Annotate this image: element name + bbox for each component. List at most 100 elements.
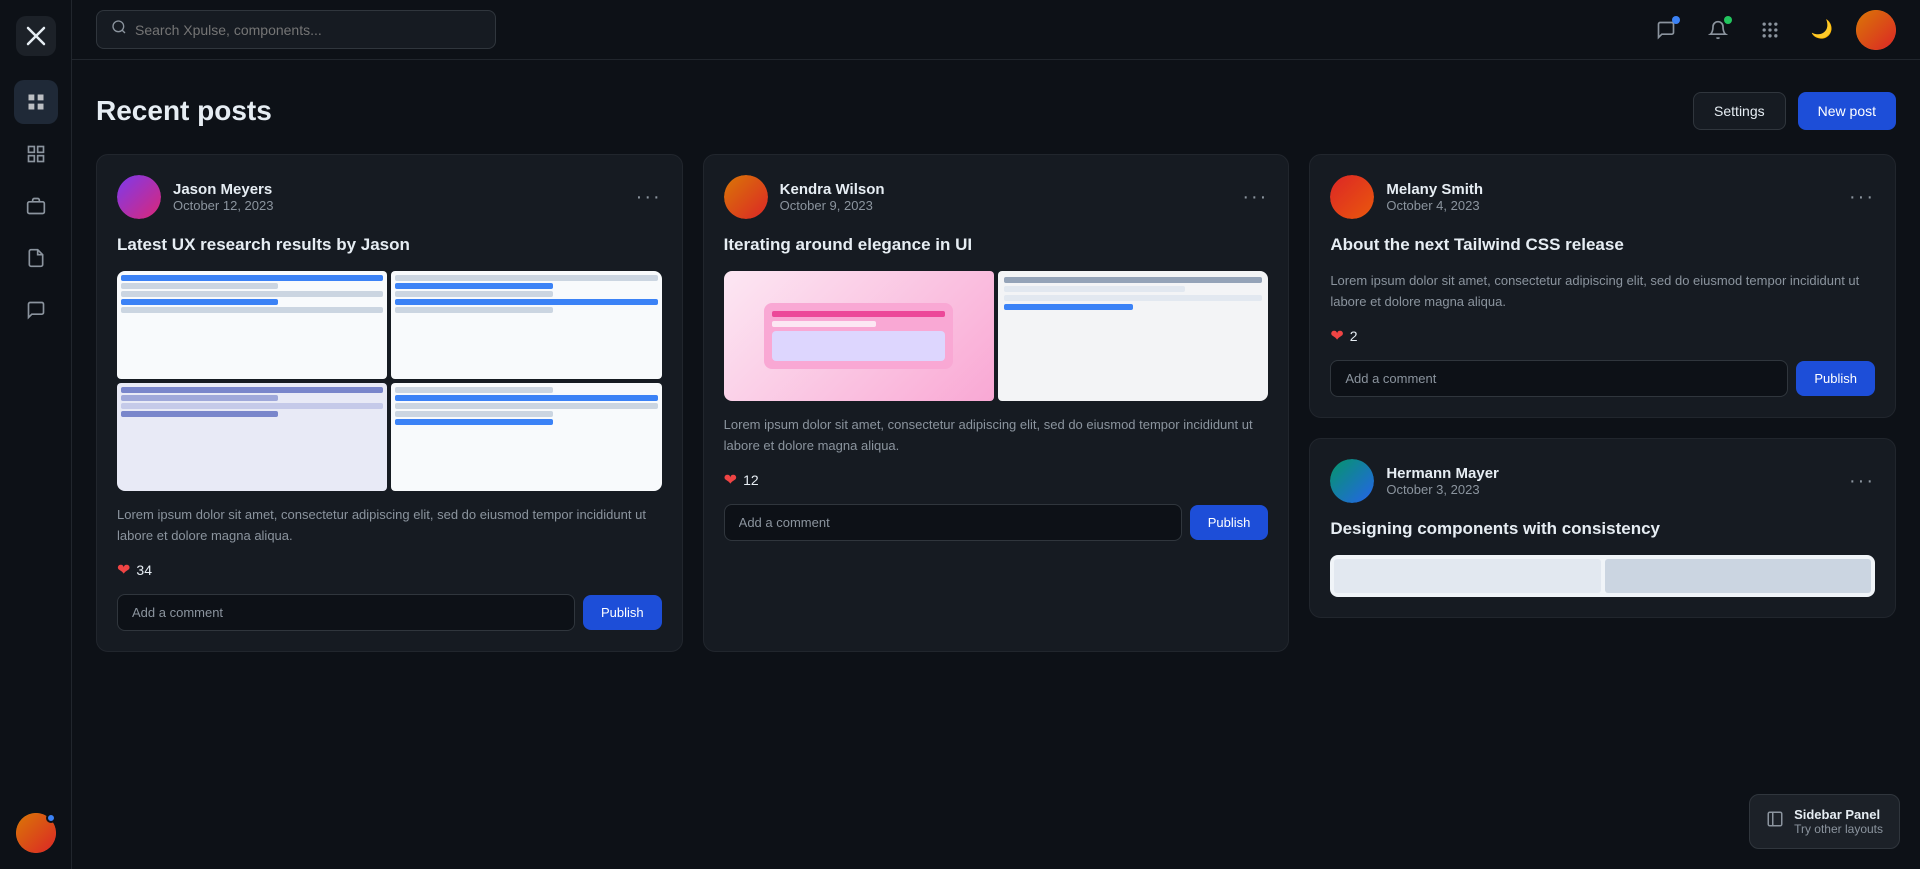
post-header-4: Hermann Mayer October 3, 2023 ···	[1330, 459, 1875, 503]
author-avatar-4	[1330, 459, 1374, 503]
post-author-3: Melany Smith October 4, 2023	[1330, 175, 1483, 219]
search-bar[interactable]	[96, 10, 496, 49]
author-info-4: Hermann Mayer October 3, 2023	[1386, 465, 1499, 497]
sidebar-panel-sub-text: Try other layouts	[1794, 822, 1883, 836]
author-date-1: October 12, 2023	[173, 198, 273, 213]
page-actions: Settings New post	[1693, 92, 1896, 130]
sidebar-panel-text: Sidebar Panel Try other layouts	[1794, 807, 1883, 836]
likes-count-1: 34	[136, 562, 152, 578]
post-author-2: Kendra Wilson October 9, 2023	[724, 175, 885, 219]
post-author-4: Hermann Mayer October 3, 2023	[1330, 459, 1499, 503]
topbar: 🌙	[72, 0, 1920, 60]
author-avatar-2	[724, 175, 768, 219]
author-date-2: October 9, 2023	[780, 198, 885, 213]
comment-input-2[interactable]	[724, 504, 1182, 541]
settings-button[interactable]: Settings	[1693, 92, 1786, 130]
author-name-2: Kendra Wilson	[780, 181, 885, 198]
right-column: Melany Smith October 4, 2023 ··· About t…	[1309, 154, 1896, 652]
bell-notification-badge	[1724, 16, 1732, 24]
post-image-2b	[998, 271, 1268, 401]
post-excerpt-3: Lorem ipsum dolor sit amet, consectetur …	[1330, 271, 1875, 313]
post-likes-1: ❤ 34	[117, 560, 662, 580]
post-card-4: Hermann Mayer October 3, 2023 ··· Design…	[1309, 438, 1896, 618]
post-title-1: Latest UX research results by Jason	[117, 233, 662, 257]
post-menu-2[interactable]: ···	[1242, 186, 1268, 209]
user-avatar-nav[interactable]	[16, 813, 56, 853]
comment-input-3[interactable]	[1330, 360, 1788, 397]
main-area: 🌙 Recent posts Settings New post	[72, 0, 1920, 869]
post-comment-row-1: Publish	[117, 594, 662, 631]
new-post-button[interactable]: New post	[1798, 92, 1896, 130]
nav-item-dashboard[interactable]	[14, 80, 58, 124]
posts-grid: Jason Meyers October 12, 2023 ··· Latest…	[96, 154, 1896, 652]
author-date-4: October 3, 2023	[1386, 482, 1499, 497]
heart-icon-3: ❤	[1330, 326, 1343, 346]
post-image-1d	[391, 383, 661, 491]
page-header: Recent posts Settings New post	[96, 92, 1896, 130]
post-header-1: Jason Meyers October 12, 2023 ···	[117, 175, 662, 219]
left-nav	[0, 0, 72, 869]
post-card-3: Melany Smith October 4, 2023 ··· About t…	[1309, 154, 1896, 418]
post-likes-3: ❤ 2	[1330, 326, 1875, 346]
sidebar-panel-main-text: Sidebar Panel	[1794, 807, 1883, 822]
author-name-1: Jason Meyers	[173, 181, 273, 198]
author-name-4: Hermann Mayer	[1386, 465, 1499, 482]
post-comment-row-3: Publish	[1330, 360, 1875, 397]
post-images-1	[117, 271, 662, 491]
topbar-right: 🌙	[1648, 10, 1896, 50]
post-menu-4[interactable]: ···	[1849, 470, 1875, 493]
author-avatar-1	[117, 175, 161, 219]
nav-notification-dot	[46, 813, 56, 823]
post-header-2: Kendra Wilson October 9, 2023 ···	[724, 175, 1269, 219]
post-image-1c	[117, 383, 387, 491]
sidebar-panel-tooltip[interactable]: Sidebar Panel Try other layouts	[1749, 794, 1900, 849]
chat-icon[interactable]	[1648, 12, 1684, 48]
post-image-2a	[724, 271, 994, 401]
chat-notification-badge	[1672, 16, 1680, 24]
nav-item-briefcase[interactable]	[14, 184, 58, 228]
post-images-2	[724, 271, 1269, 401]
post-likes-2: ❤ 12	[724, 470, 1269, 490]
post-title-2: Iterating around elegance in UI	[724, 233, 1269, 257]
nav-item-chat[interactable]	[14, 288, 58, 332]
publish-button-3[interactable]: Publish	[1796, 361, 1875, 396]
author-avatar-3	[1330, 175, 1374, 219]
publish-button-1[interactable]: Publish	[583, 595, 662, 630]
likes-count-3: 2	[1350, 328, 1358, 344]
nav-item-grid[interactable]	[14, 132, 58, 176]
search-icon	[111, 19, 127, 40]
author-info-1: Jason Meyers October 12, 2023	[173, 181, 273, 213]
page-title: Recent posts	[96, 95, 272, 127]
post-title-3: About the next Tailwind CSS release	[1330, 233, 1875, 257]
post-header-3: Melany Smith October 4, 2023 ···	[1330, 175, 1875, 219]
post-image-4a	[1330, 555, 1875, 597]
content-area: Recent posts Settings New post Jason Mey…	[72, 60, 1920, 869]
post-title-4: Designing components with consistency	[1330, 517, 1875, 541]
post-menu-1[interactable]: ···	[636, 186, 662, 209]
post-comment-row-2: Publish	[724, 504, 1269, 541]
user-avatar-topbar[interactable]	[1856, 10, 1896, 50]
app-logo[interactable]	[16, 16, 56, 56]
post-menu-3[interactable]: ···	[1849, 186, 1875, 209]
search-input[interactable]	[135, 22, 481, 38]
bell-icon[interactable]	[1700, 12, 1736, 48]
sidebar-panel-icon	[1766, 810, 1784, 833]
post-excerpt-1: Lorem ipsum dolor sit amet, consectetur …	[117, 505, 662, 547]
heart-icon-1: ❤	[117, 560, 130, 580]
author-date-3: October 4, 2023	[1386, 198, 1483, 213]
post-image-1a	[117, 271, 387, 379]
author-info-3: Melany Smith October 4, 2023	[1386, 181, 1483, 213]
post-card-1: Jason Meyers October 12, 2023 ··· Latest…	[96, 154, 683, 652]
author-info-2: Kendra Wilson October 9, 2023	[780, 181, 885, 213]
nav-item-file[interactable]	[14, 236, 58, 280]
author-name-3: Melany Smith	[1386, 181, 1483, 198]
comment-input-1[interactable]	[117, 594, 575, 631]
likes-count-2: 12	[743, 472, 759, 488]
heart-icon-2: ❤	[724, 470, 737, 490]
post-excerpt-2: Lorem ipsum dolor sit amet, consectetur …	[724, 415, 1269, 457]
post-image-1b	[391, 271, 661, 379]
theme-toggle[interactable]: 🌙	[1804, 12, 1840, 48]
post-author-1: Jason Meyers October 12, 2023	[117, 175, 273, 219]
publish-button-2[interactable]: Publish	[1190, 505, 1269, 540]
apps-icon[interactable]	[1752, 12, 1788, 48]
